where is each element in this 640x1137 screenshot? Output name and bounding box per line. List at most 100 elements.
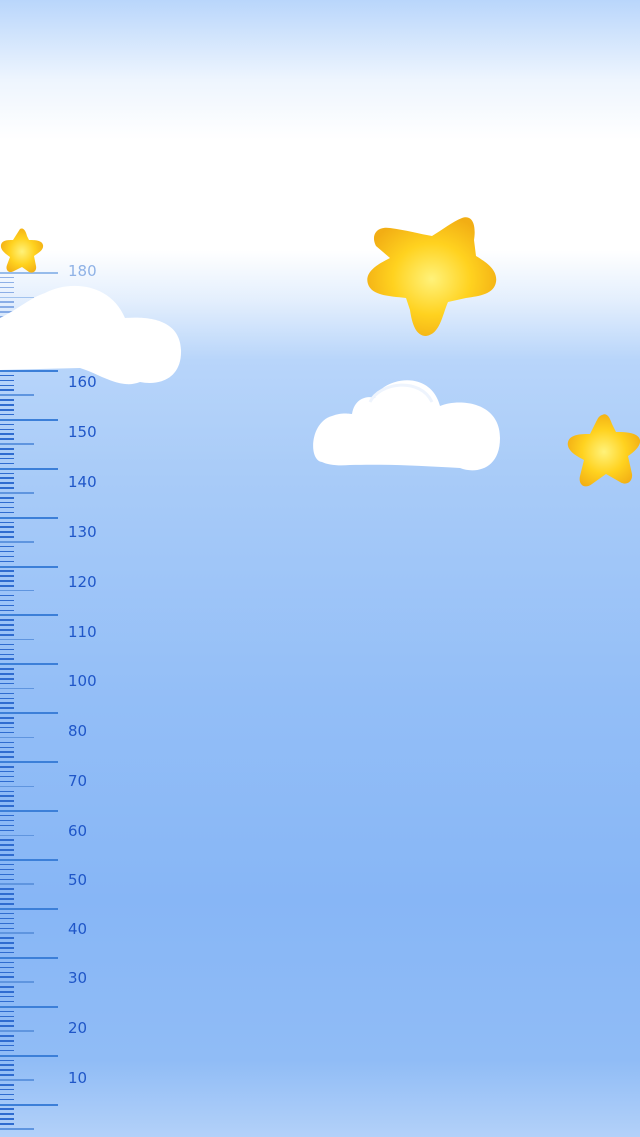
ruler-tick-minor <box>0 448 14 450</box>
ruler-tick-major <box>0 418 58 421</box>
ruler-tick-minor <box>0 922 14 925</box>
ruler-tick-major <box>0 810 58 813</box>
ruler-tick-half <box>0 932 34 934</box>
ruler-tick-minor <box>0 511 14 514</box>
ruler-tick-half <box>0 589 34 592</box>
ruler-tick-minor <box>0 746 14 748</box>
ruler-tick-minor <box>0 1088 14 1091</box>
ruler-tick-minor <box>0 1098 14 1101</box>
ruler-tick-minor <box>0 433 14 435</box>
ruler-tick-minor <box>0 550 14 553</box>
ruler-label-120: 120 <box>68 573 97 591</box>
star-icon <box>0 228 44 273</box>
ruler-tick-half <box>0 1030 34 1032</box>
ruler-tick-minor <box>0 951 14 954</box>
cloud-icon <box>313 380 500 471</box>
ruler-tick-half <box>0 1079 34 1081</box>
ruler-label-60: 60 <box>68 822 88 840</box>
ruler-tick-minor <box>0 570 14 572</box>
ruler-tick-minor <box>0 829 14 832</box>
ruler-tick-minor <box>0 457 14 460</box>
ruler-label-30: 30 <box>68 969 88 987</box>
ruler-tick-minor <box>0 428 14 430</box>
ruler-tick-minor <box>0 585 14 587</box>
ruler-tick-minor <box>0 1123 14 1125</box>
ruler-tick-minor <box>0 878 14 880</box>
ruler-tick-half <box>0 981 34 983</box>
ruler-tick-half <box>0 834 34 836</box>
ruler-tick-minor <box>0 868 14 871</box>
ruler-tick-minor <box>0 678 14 680</box>
ruler-tick-minor <box>0 653 14 655</box>
ruler-tick-major <box>0 761 58 764</box>
ruler-tick-minor <box>0 482 14 484</box>
ruler-tick-minor <box>0 599 14 602</box>
ruler-tick-half <box>0 394 34 396</box>
ruler-tick-minor <box>0 506 14 509</box>
ruler-label-130: 130 <box>68 523 97 541</box>
ruler-tick-minor <box>0 1015 14 1017</box>
ruler-tick-minor <box>0 1020 14 1022</box>
ruler-tick-minor <box>0 1049 14 1052</box>
ruler-tick-half <box>0 492 34 494</box>
ruler-tick-major <box>0 663 58 666</box>
ruler-tick-major <box>0 1005 58 1008</box>
ruler-tick-minor <box>0 438 14 440</box>
ruler-tick-minor <box>0 697 14 700</box>
ruler-tick-minor <box>0 775 14 778</box>
ruler-tick-minor <box>0 629 14 631</box>
ruler-tick-minor <box>0 805 14 807</box>
ruler-tick-minor <box>0 526 14 528</box>
ruler-tick-minor <box>0 976 14 978</box>
ruler-tick-minor <box>0 477 14 479</box>
ruler-tick-minor <box>0 692 14 695</box>
ruler-tick-minor <box>0 536 14 538</box>
ruler-tick-half <box>0 1128 34 1130</box>
ruler-tick-minor <box>0 497 14 499</box>
ruler-tick-minor <box>0 668 14 670</box>
ruler-label-140: 140 <box>68 473 97 491</box>
ruler-tick-minor <box>0 1113 14 1115</box>
ruler-tick-minor <box>0 756 14 758</box>
ruler-tick-minor <box>0 702 14 704</box>
ruler-tick-minor <box>0 893 14 895</box>
ruler-tick-minor <box>0 487 14 489</box>
ruler-tick-minor <box>0 927 14 929</box>
ruler-tick-major <box>0 516 58 519</box>
ruler-tick-minor <box>0 555 14 558</box>
height-ruler: 180 160 150 140 130 120 110 100 80 70 60… <box>0 0 140 1137</box>
ruler-tick-minor <box>0 726 14 729</box>
ruler-tick-minor <box>0 819 14 822</box>
ruler-tick-minor <box>0 849 14 851</box>
ruler-tick-half <box>0 736 34 739</box>
ruler-tick-minor <box>0 404 14 406</box>
ruler-label-50: 50 <box>68 871 88 889</box>
ruler-tick-major <box>0 467 58 470</box>
ruler-tick-minor <box>0 995 14 998</box>
ruler-tick-minor <box>0 472 14 474</box>
ruler-label-100: 100 <box>68 672 97 690</box>
ruler-tick-minor <box>0 1093 14 1096</box>
ruler-tick-minor <box>0 531 14 533</box>
ruler-tick-minor <box>0 580 14 582</box>
ruler-tick-minor <box>0 1069 14 1071</box>
ruler-tick-minor <box>0 937 14 939</box>
ruler-label-110: 110 <box>68 623 97 641</box>
ruler-tick-half <box>0 443 34 445</box>
ruler-tick-major <box>0 1103 58 1106</box>
ruler-label-80: 80 <box>68 722 88 740</box>
cloud-icon <box>0 285 182 385</box>
ruler-tick-minor <box>0 947 14 949</box>
ruler-tick-minor <box>0 731 14 734</box>
ruler-tick-half <box>0 883 34 885</box>
ruler-tick-minor <box>0 658 14 660</box>
ruler-tick-minor <box>0 722 14 724</box>
ruler-tick-minor <box>0 912 14 915</box>
ruler-tick-minor <box>0 453 14 455</box>
ruler-tick-minor <box>0 795 14 797</box>
star-icon <box>367 217 497 336</box>
ruler-tick-half <box>0 785 34 788</box>
ruler-tick-minor <box>0 423 14 426</box>
ruler-tick-minor <box>0 575 14 577</box>
ruler-tick-minor <box>0 609 14 611</box>
